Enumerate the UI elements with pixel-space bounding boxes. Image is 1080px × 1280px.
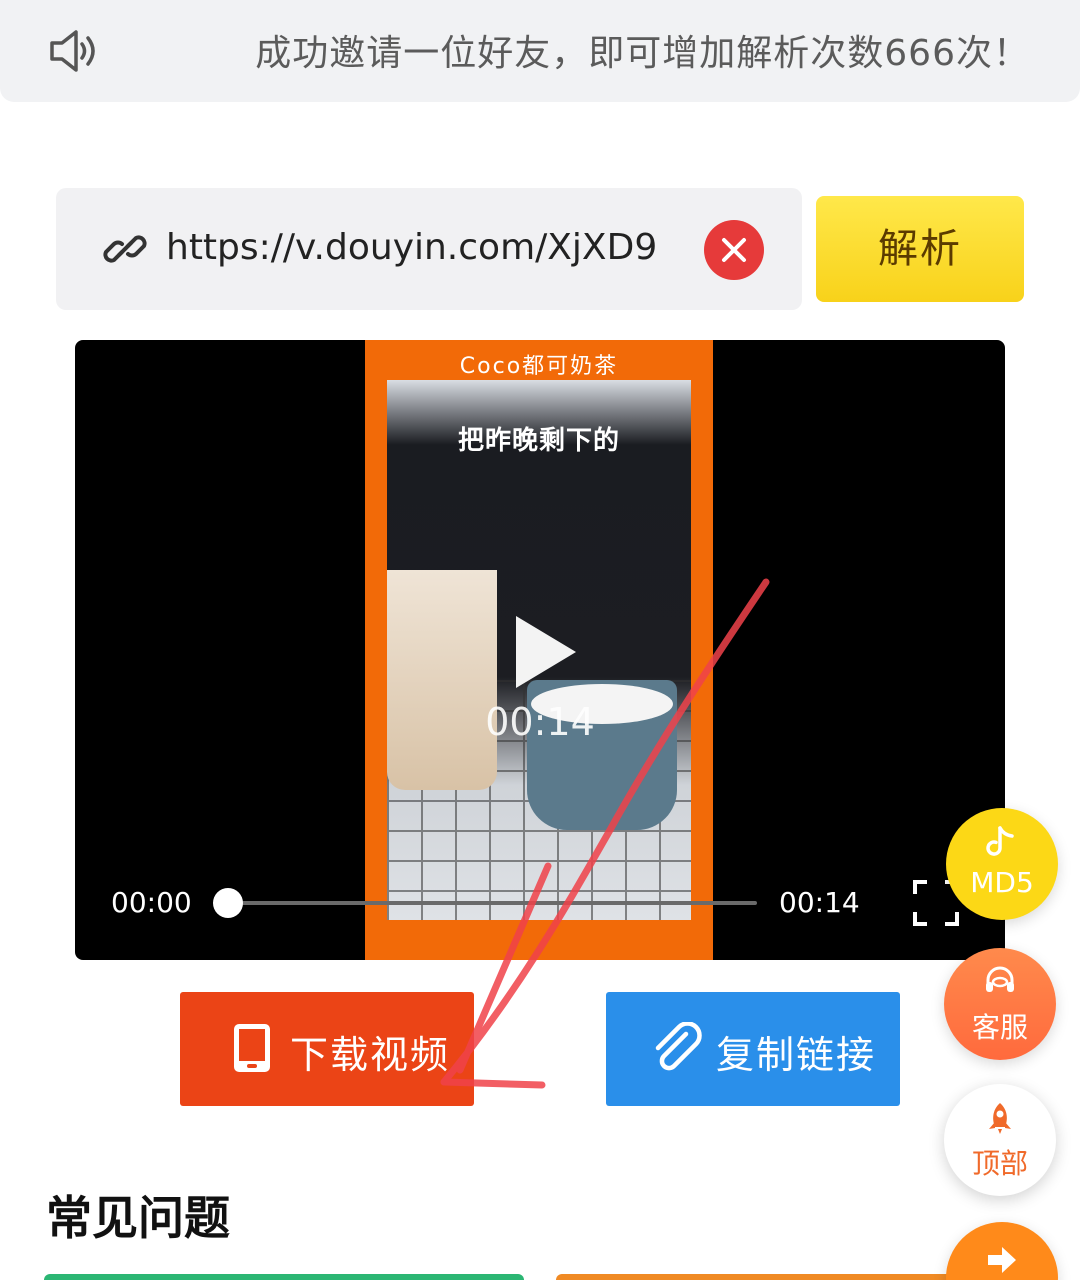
link-icon	[103, 235, 147, 263]
faq-card-green[interactable]	[44, 1274, 524, 1280]
current-time: 00:00	[111, 886, 192, 919]
arrow-right-icon	[988, 1247, 1016, 1273]
speaker-icon	[50, 30, 95, 72]
back-to-top-float-button[interactable]: 顶部	[944, 1084, 1056, 1196]
headset-icon	[986, 966, 1014, 992]
faq-title: 常见问题	[46, 1191, 230, 1245]
share-float-button[interactable]	[946, 1222, 1058, 1280]
customer-service-float-button[interactable]: 客服	[944, 948, 1056, 1060]
milk-tea-cup	[387, 570, 497, 790]
rocket-icon	[989, 1103, 1011, 1134]
download-video-button[interactable]: 下载视频	[180, 992, 474, 1106]
url-input-box[interactable]	[56, 188, 802, 310]
play-icon[interactable]	[510, 612, 580, 692]
paperclip-icon	[655, 1022, 702, 1071]
music-note-icon	[986, 826, 1014, 856]
notice-message: 成功邀请一位好友，即可增加解析次数666次！	[255, 33, 1030, 74]
video-brand-text: Coco都可奶茶	[459, 354, 619, 379]
md5-float-button[interactable]: MD5	[946, 808, 1058, 920]
download-video-label: 下载视频	[290, 1033, 451, 1077]
customer-service-label: 客服	[971, 1011, 1028, 1044]
progress-thumb[interactable]	[213, 888, 243, 918]
phone-icon	[234, 1024, 270, 1072]
video-player[interactable]: Coco都可奶茶 把昨晚剩下的 00:14 00:00 00:14	[75, 340, 1005, 960]
close-icon	[722, 238, 746, 262]
parse-button[interactable]: 解析	[816, 196, 1024, 302]
duration-time: 00:14	[779, 886, 860, 919]
md5-label: MD5	[970, 866, 1034, 899]
copy-link-button[interactable]: 复制链接	[606, 992, 900, 1106]
url-input[interactable]	[166, 220, 676, 276]
clear-input-button[interactable]	[704, 220, 764, 280]
back-to-top-label: 顶部	[971, 1147, 1028, 1180]
progress-track[interactable]	[229, 901, 757, 905]
copy-link-label: 复制链接	[716, 1033, 877, 1077]
center-duration: 00:14	[485, 700, 595, 744]
notice-bar: 成功邀请一位好友，即可增加解析次数666次！	[0, 0, 1080, 102]
video-caption: 把昨晚剩下的	[457, 426, 620, 456]
